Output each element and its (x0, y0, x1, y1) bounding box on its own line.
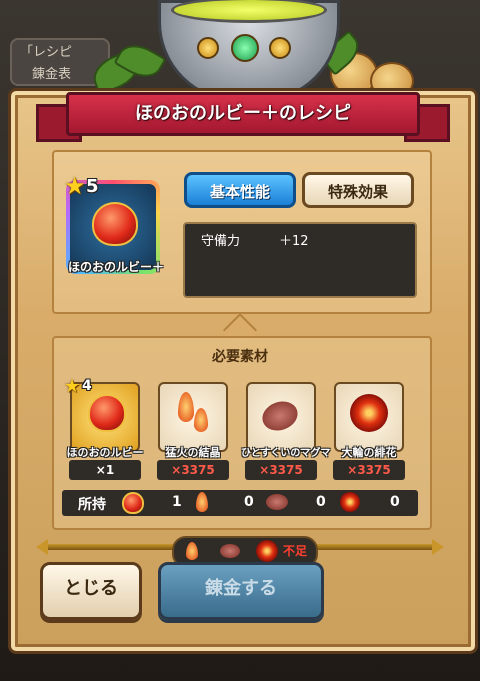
close-button[interactable]: とじる (40, 562, 142, 620)
material-name: ひとすくいのマグマ (241, 448, 331, 459)
rod-end (432, 539, 444, 555)
scarlet-flower-icon (340, 492, 360, 512)
owned-bar (62, 490, 418, 516)
material-qty: ×3375 (333, 460, 405, 480)
cauldron-liquid (171, 0, 327, 23)
owned-count: 0 (316, 494, 326, 510)
alchemy-button[interactable]: 錬金する (158, 562, 324, 620)
rod-end (36, 539, 48, 555)
flame-crystal-icon (186, 542, 198, 560)
owned-count: 0 (390, 494, 400, 510)
bg-tab-line1: 「レシピ (20, 45, 73, 60)
recipe-title: ほのおのルビー＋のレシピ (135, 103, 351, 124)
material-card-scarlet-flower[interactable] (334, 382, 404, 452)
magma-scoop-icon (258, 396, 302, 436)
bg-tab-line2: 錬金表 (32, 67, 72, 82)
material-qty: ×3375 (245, 460, 317, 480)
stats-box: 守備力 ＋12 (183, 222, 417, 298)
material-name: 大輪の緋花 (341, 446, 397, 459)
flame-crystal-icon (194, 408, 208, 432)
tab-special-effects[interactable]: 特殊効果 (302, 172, 414, 208)
material-card-magma[interactable] (246, 382, 316, 452)
shortage-label: 不足 (283, 544, 308, 558)
material-stars: 4 (82, 378, 92, 394)
scarlet-flower-icon (350, 394, 388, 432)
stat-value: ＋12 (279, 234, 309, 249)
material-name: ほのおのルビー (66, 446, 144, 459)
ruby-icon (122, 492, 144, 514)
cauldron-gem (269, 37, 291, 59)
material-qty: ×1 (69, 460, 141, 480)
magma-scoop-icon (220, 544, 240, 558)
flame-crystal-icon (178, 392, 194, 422)
owned-count: 1 (172, 494, 182, 510)
ruby-icon (88, 394, 126, 432)
stat-label: 守備力 (201, 234, 241, 249)
target-item-stars: 5 (86, 176, 99, 197)
material-name: 猛火の結晶 (165, 446, 221, 459)
ruby-icon (92, 202, 138, 246)
owned-label: 所持 (78, 497, 106, 513)
cauldron-gem (197, 37, 219, 59)
magma-scoop-icon (266, 494, 288, 510)
rarity-star-icon: ★ (64, 376, 81, 397)
material-qty: ×3375 (157, 460, 229, 480)
scarlet-flower-icon (256, 540, 278, 562)
recipe-title-banner: ほのおのルビー＋のレシピ (66, 92, 420, 136)
flame-crystal-icon (196, 492, 208, 512)
cauldron-gem (231, 34, 259, 62)
material-card-flame-crystal[interactable] (158, 382, 228, 452)
material-card-ruby[interactable] (70, 382, 140, 452)
rarity-star-icon: ★ (64, 172, 86, 200)
target-item-name: ほのおのルビー＋ (68, 260, 165, 274)
tab-basic-stats[interactable]: 基本性能 (184, 172, 296, 208)
owned-count: 0 (244, 494, 254, 510)
materials-title: 必要素材 (212, 349, 268, 365)
